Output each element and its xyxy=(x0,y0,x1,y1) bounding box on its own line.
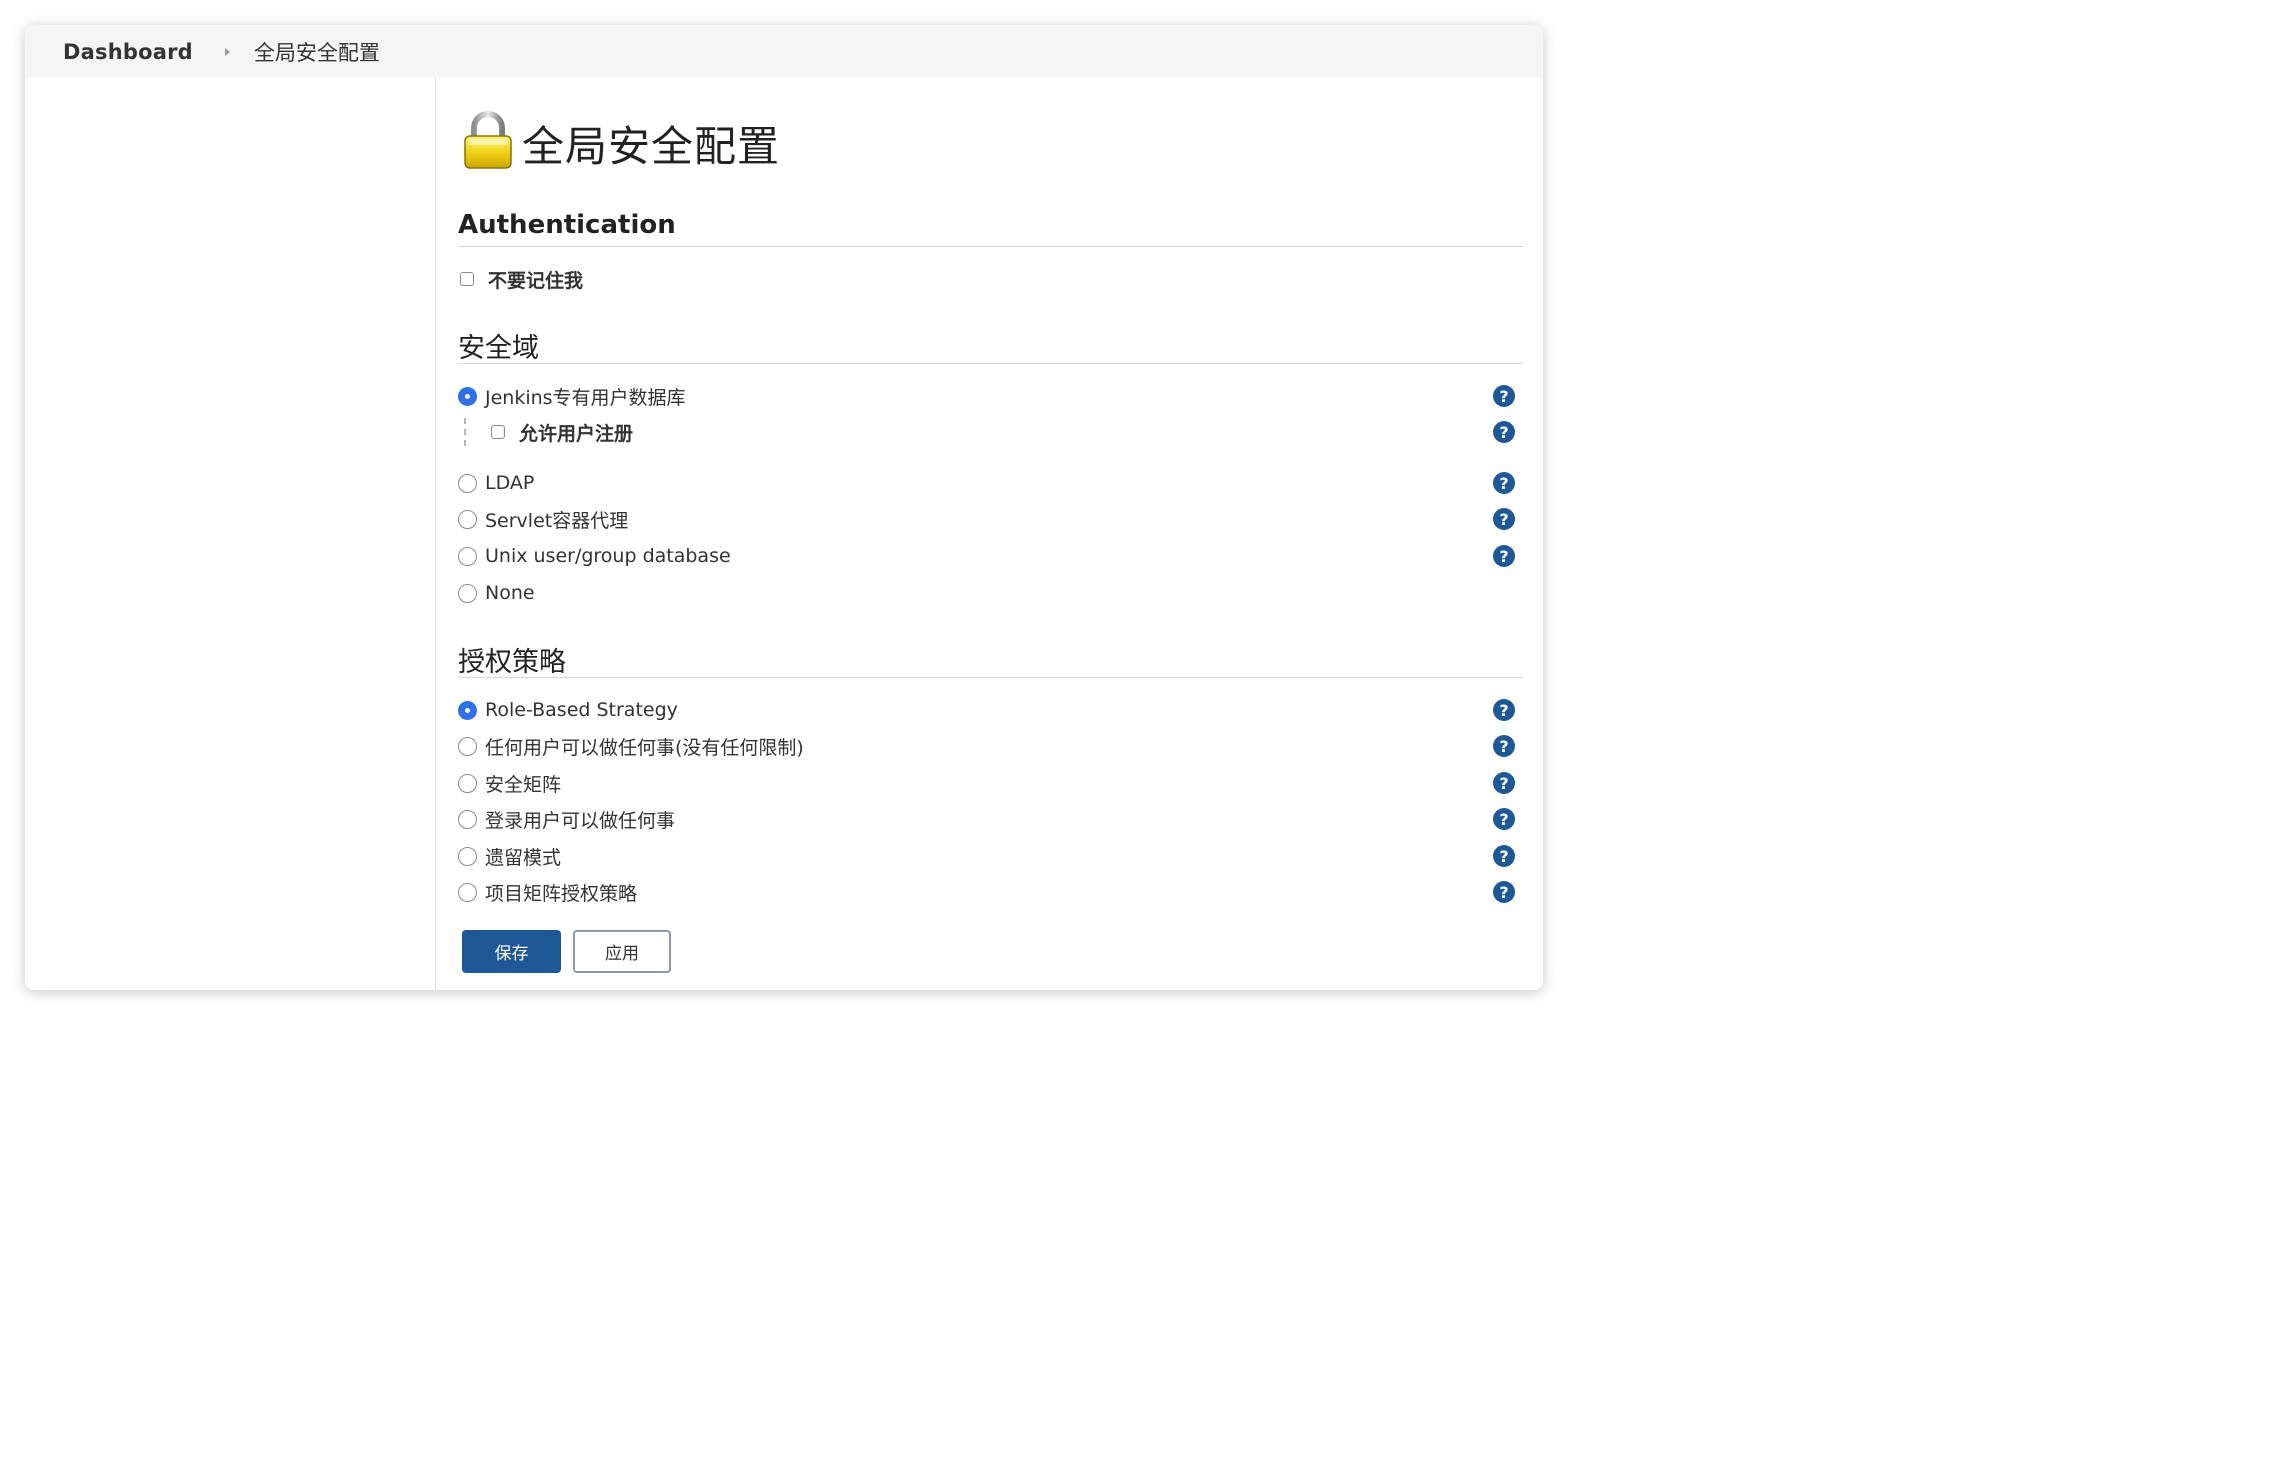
authz-matrix-option[interactable]: 安全矩阵 ? xyxy=(458,768,1523,798)
breadcrumb: Dashboard 全局安全配置 xyxy=(25,25,1543,78)
realm-servlet-label[interactable]: Servlet容器代理 xyxy=(485,506,628,533)
authz-unrestricted-option[interactable]: 任何用户可以做任何事(没有任何限制) ? xyxy=(458,731,1523,761)
security-realm-heading: 安全域 xyxy=(458,333,539,364)
authz-matrix-label[interactable]: 安全矩阵 xyxy=(485,770,561,797)
authz-role-based-option[interactable]: Role-Based Strategy ? xyxy=(458,695,1523,725)
realm-unix-radio[interactable] xyxy=(458,546,477,566)
authz-unrestricted-radio[interactable] xyxy=(458,736,477,756)
authz-logged-in-radio[interactable] xyxy=(458,809,477,829)
main-panel: 全局安全配置 Authentication 不要记住我 安全域 Jenkins专… xyxy=(458,78,1523,990)
page-title-text: 全局安全配置 xyxy=(522,121,781,171)
help-icon[interactable]: ? xyxy=(1493,421,1515,443)
remember-me-label[interactable]: 不要记住我 xyxy=(488,266,583,293)
jenkins-window: Dashboard 全局安全配置 全局安全配置 Authentication 不… xyxy=(25,25,1543,990)
authorization-heading: 授权策略 xyxy=(458,647,566,678)
authz-legacy-option[interactable]: 遗留模式 ? xyxy=(458,841,1523,871)
realm-unix-option[interactable]: Unix user/group database ? xyxy=(458,541,1523,571)
help-icon[interactable]: ? xyxy=(1493,545,1515,567)
realm-jenkins-db-option[interactable]: Jenkins专有用户数据库 ? xyxy=(458,381,1523,411)
allow-signup-checkbox[interactable] xyxy=(491,425,505,439)
realm-jenkins-db-label[interactable]: Jenkins专有用户数据库 xyxy=(485,383,686,410)
authz-project-matrix-option[interactable]: 项目矩阵授权策略 ? xyxy=(458,877,1523,907)
authz-role-based-label[interactable]: Role-Based Strategy xyxy=(485,699,678,721)
padlock-icon xyxy=(460,110,516,176)
authentication-heading: Authentication xyxy=(458,210,676,240)
help-icon[interactable]: ? xyxy=(1493,808,1515,830)
breadcrumb-dashboard-link[interactable]: Dashboard xyxy=(63,40,193,64)
help-icon[interactable]: ? xyxy=(1493,881,1515,903)
authz-project-matrix-radio[interactable] xyxy=(458,882,477,902)
side-panel xyxy=(25,78,436,990)
authz-matrix-radio[interactable] xyxy=(458,773,477,793)
allow-signup-option[interactable]: 允许用户注册 ? xyxy=(458,417,1523,447)
realm-jenkins-db-radio[interactable] xyxy=(458,386,477,406)
breadcrumb-separator-icon xyxy=(224,47,230,56)
remember-me-option[interactable]: 不要记住我 xyxy=(458,264,1523,294)
section-divider xyxy=(458,246,1523,247)
section-divider xyxy=(458,363,1523,364)
realm-ldap-option[interactable]: LDAP ? xyxy=(458,468,1523,498)
help-icon[interactable]: ? xyxy=(1493,508,1515,530)
authz-role-based-radio[interactable] xyxy=(458,700,477,720)
help-icon[interactable]: ? xyxy=(1493,845,1515,867)
authz-logged-in-option[interactable]: 登录用户可以做任何事 ? xyxy=(458,804,1523,834)
authz-project-matrix-label[interactable]: 项目矩阵授权策略 xyxy=(485,879,637,906)
section-divider xyxy=(458,677,1523,678)
authz-logged-in-label[interactable]: 登录用户可以做任何事 xyxy=(485,806,675,833)
page-title: 全局安全配置 xyxy=(460,110,780,176)
realm-ldap-label[interactable]: LDAP xyxy=(485,472,534,494)
save-button[interactable]: 保存 xyxy=(462,930,561,973)
realm-none-label[interactable]: None xyxy=(485,582,535,604)
help-icon[interactable]: ? xyxy=(1493,772,1515,794)
help-icon[interactable]: ? xyxy=(1493,385,1515,407)
authz-legacy-radio[interactable] xyxy=(458,846,477,866)
realm-ldap-radio[interactable] xyxy=(458,473,477,493)
breadcrumb-current[interactable]: 全局安全配置 xyxy=(254,37,380,67)
realm-unix-label[interactable]: Unix user/group database xyxy=(485,545,731,567)
realm-servlet-radio[interactable] xyxy=(458,509,477,529)
help-icon[interactable]: ? xyxy=(1493,735,1515,757)
apply-button[interactable]: 应用 xyxy=(573,930,671,973)
authz-unrestricted-label[interactable]: 任何用户可以做任何事(没有任何限制) xyxy=(485,733,804,760)
realm-servlet-option[interactable]: Servlet容器代理 ? xyxy=(458,504,1523,534)
help-icon[interactable]: ? xyxy=(1493,699,1515,721)
realm-none-option[interactable]: None xyxy=(458,578,1523,608)
remember-me-checkbox[interactable] xyxy=(460,272,474,286)
authz-legacy-label[interactable]: 遗留模式 xyxy=(485,843,561,870)
allow-signup-label[interactable]: 允许用户注册 xyxy=(519,419,633,446)
realm-none-radio[interactable] xyxy=(458,583,477,603)
help-icon[interactable]: ? xyxy=(1493,472,1515,494)
